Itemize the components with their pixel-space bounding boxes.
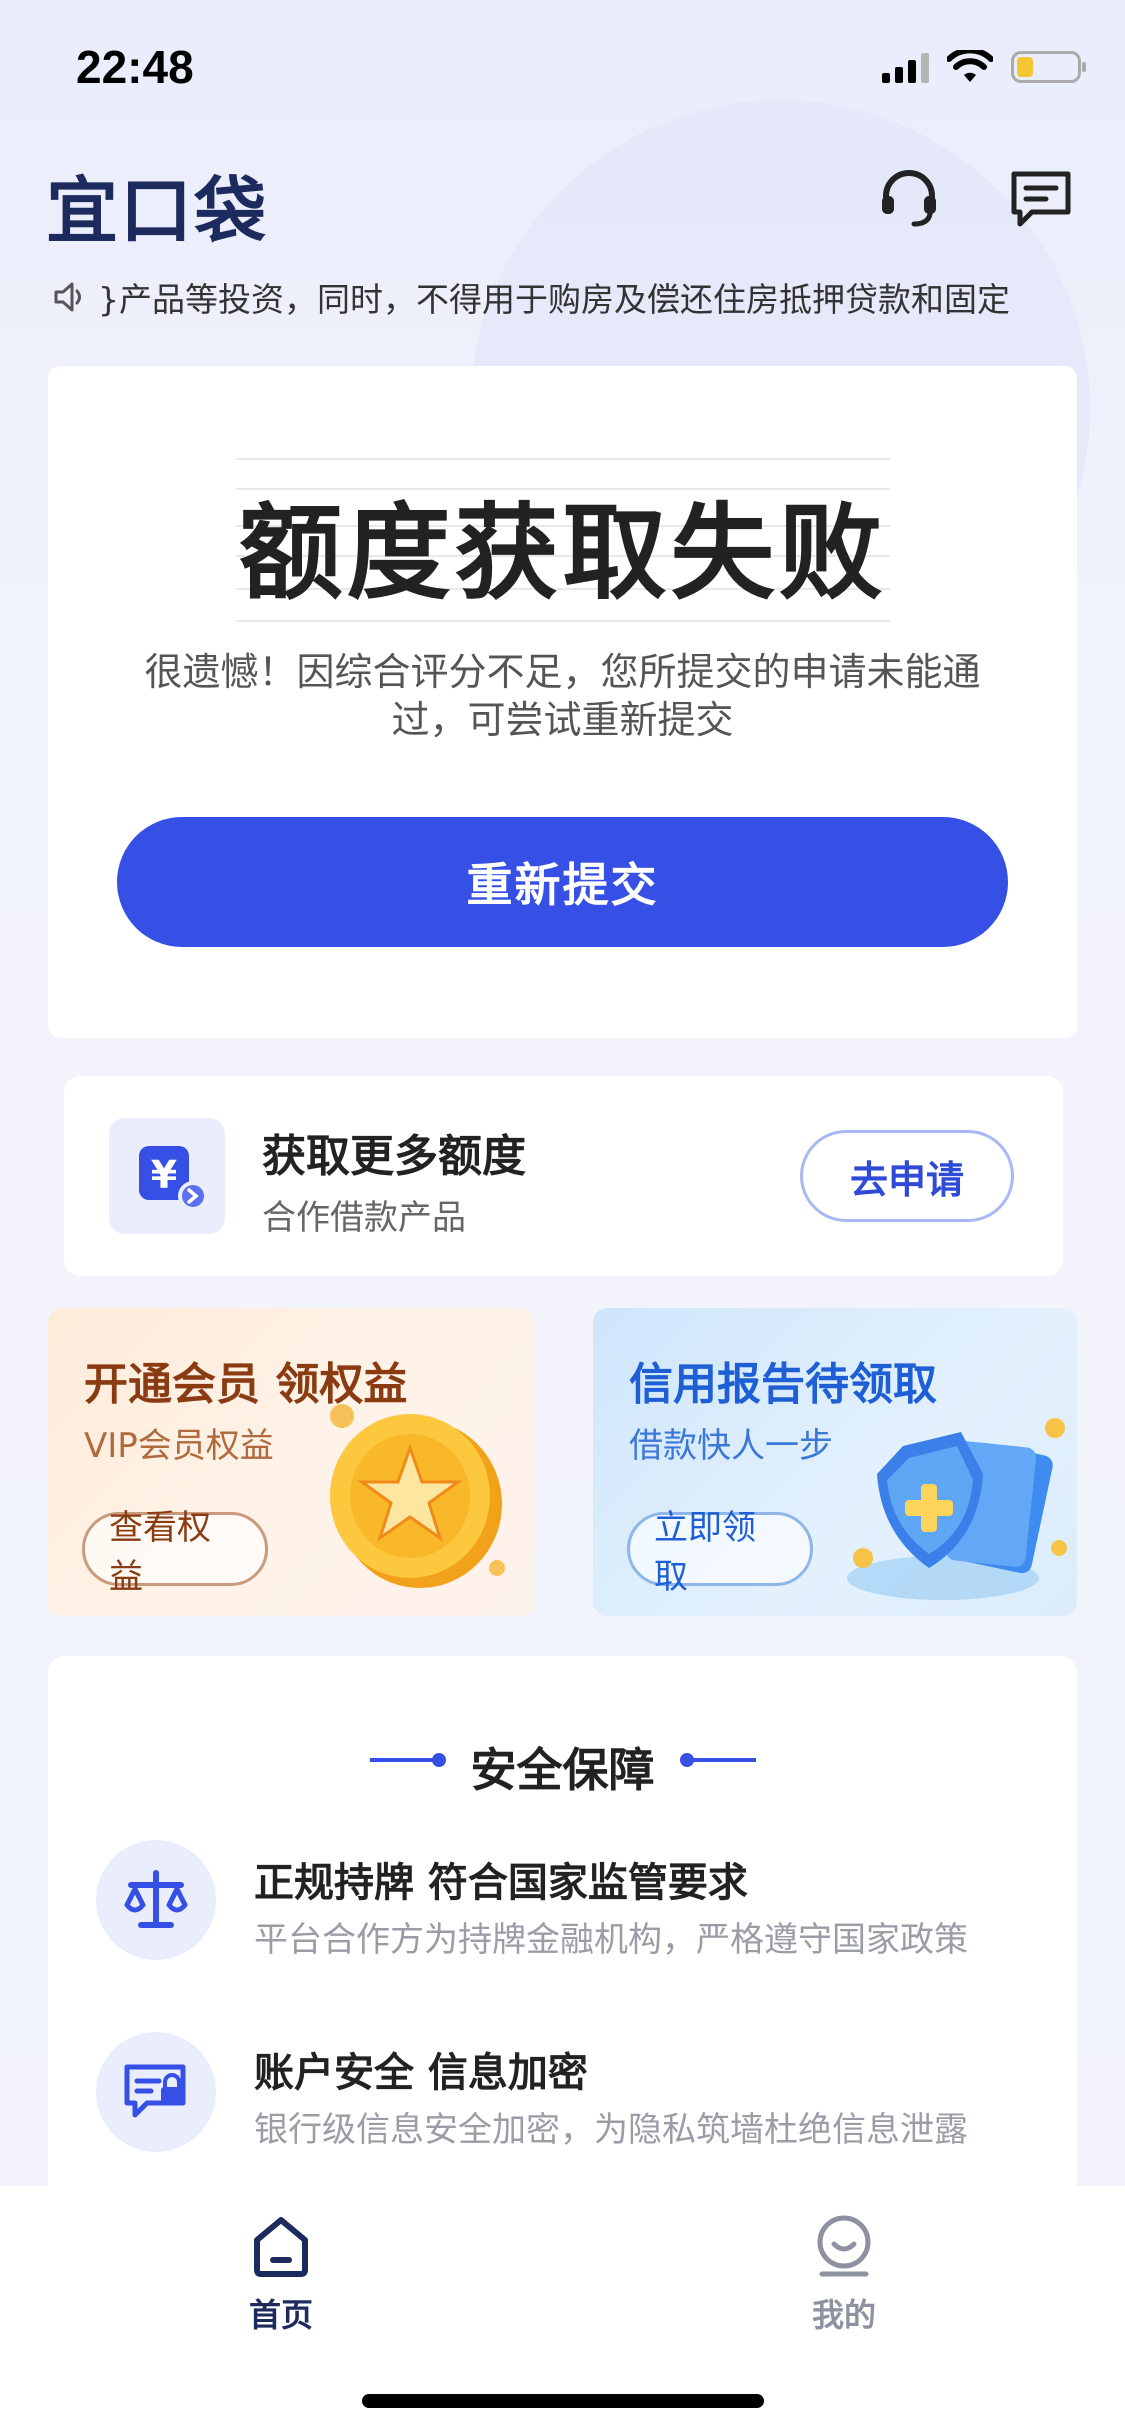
speaker-icon (54, 282, 81, 312)
lock-message-icon (124, 2064, 186, 2118)
credit-promo-title: 信用报告待领取 (629, 1359, 937, 1410)
wifi-icon (947, 50, 993, 82)
quota-subtitle: 合作借款产品 (262, 1198, 466, 1238)
headset-icon[interactable] (876, 166, 942, 232)
apply-button[interactable]: 去申请 (800, 1130, 1014, 1222)
credit-promo-subtitle: 借款快人一步 (629, 1426, 833, 1466)
status-bar: 22:48 (0, 0, 1125, 130)
view-benefits-button[interactable]: 查看权益 (82, 1508, 268, 1597)
vip-promo-subtitle: VIP会员权益 (84, 1426, 274, 1466)
status-time: 22:48 (76, 41, 194, 93)
result-description: 很遗憾！因综合评分不足，您所提交的申请未能通过，可尝试重新提交 (144, 650, 981, 742)
message-icon[interactable] (1008, 166, 1074, 232)
star-coin-icon (330, 1404, 505, 1588)
title-line-bottom (236, 620, 890, 622)
svg-text:¥: ¥ (151, 1153, 177, 1197)
home-indicator (362, 2394, 764, 2408)
credit-report-promo-card[interactable]: 信用报告待领取 借款快人一步 立即领取 (593, 1308, 1077, 1616)
vip-promo-card[interactable]: 开通会员 领权益 VIP会员权益 查看权益 (48, 1308, 534, 1616)
tab-profile[interactable]: 我的 (744, 2214, 944, 2336)
app-logo: 宜口袋 (46, 169, 269, 253)
security-item-icon (96, 1840, 216, 1960)
claim-now-button[interactable]: 立即领取 (627, 1508, 813, 1597)
security-item-title: 账户安全 信息加密 (254, 2050, 588, 2096)
notice-marquee: }产品等投资，同时，不得用于购房及偿还住房抵押贷款和固定 (52, 272, 1072, 322)
result-title: 额度获取失败 (238, 492, 887, 614)
status-icons (882, 50, 1086, 84)
yen-icon: ¥ (139, 1146, 208, 1211)
resubmit-button[interactable]: 重新提交 (117, 817, 1008, 947)
tab-profile-label: 我的 (811, 2296, 876, 2334)
tab-home-label: 首页 (248, 2296, 313, 2334)
cellular-signal-icon (882, 51, 929, 83)
title-line-top (236, 458, 890, 460)
security-item-icon (96, 2032, 216, 2152)
security-item-subtitle: 平台合作方为持牌金融机构，严格遵守国家政策 (254, 1920, 968, 1960)
security-item-title: 正规持牌 符合国家监管要求 (254, 1860, 748, 1906)
battery-icon (1011, 51, 1086, 83)
security-heading: 安全保障 (470, 1743, 655, 1797)
quota-title: 获取更多额度 (262, 1131, 526, 1182)
notice-text: }产品等投资，同时，不得用于购房及偿还住房抵押贷款和固定 (98, 280, 1010, 319)
security-item-subtitle: 银行级信息安全加密，为隐私筑墙杜绝信息泄露 (254, 2110, 968, 2150)
profile-icon (817, 2215, 871, 2277)
quota-icon-box: ¥ (109, 1118, 225, 1234)
shield-icon (847, 1418, 1067, 1600)
scale-icon (124, 1870, 188, 1928)
tab-home[interactable]: 首页 (181, 2214, 381, 2336)
home-icon (254, 2217, 308, 2277)
